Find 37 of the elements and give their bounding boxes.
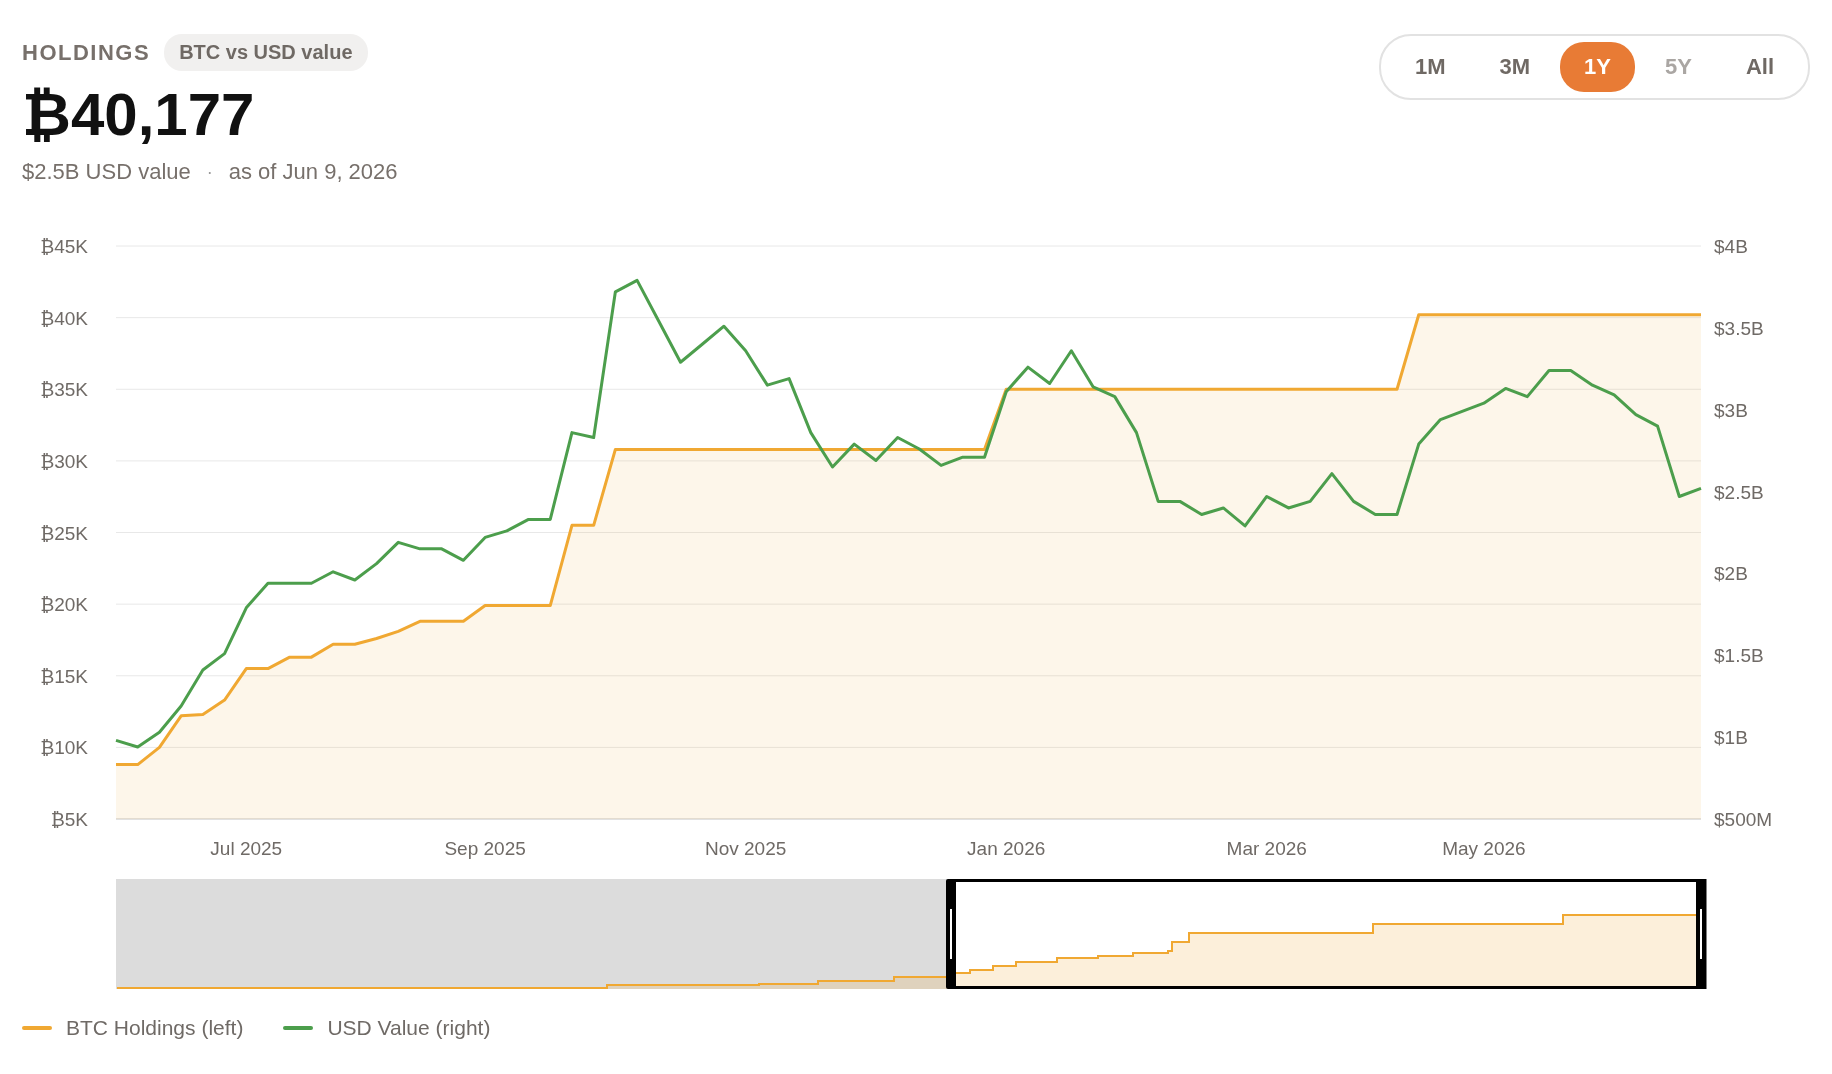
- y-axis-label: $2.5B: [1714, 481, 1764, 503]
- legend-item[interactable]: USD Value (right): [327, 1016, 491, 1040]
- chart-mode-tag: BTC vs USD value: [164, 34, 368, 71]
- resize-handle[interactable]: [946, 879, 956, 989]
- usd-value-text: $2.5B USD value: [22, 159, 191, 185]
- y-axis-label: ₿45K: [40, 236, 88, 257]
- range-tab[interactable]: 1Y: [1560, 42, 1635, 92]
- legend-item[interactable]: BTC Holdings (left): [66, 1016, 244, 1040]
- y-axis-label: ₿5K: [50, 809, 88, 830]
- holdings-total: ₿40,177: [22, 80, 256, 150]
- y-axis-label: $3B: [1714, 399, 1748, 421]
- resize-handle[interactable]: [1696, 879, 1706, 989]
- x-axis-label: Jul 2025: [210, 838, 283, 859]
- x-axis-label: Sep 2025: [444, 838, 526, 859]
- x-axis-label: Nov 2025: [705, 838, 787, 859]
- y-axis-label: ₿40K: [40, 307, 88, 329]
- y-axis-label: ₿35K: [40, 379, 88, 401]
- range-tab[interactable]: 3M: [1475, 42, 1555, 92]
- y-axis-label: ₿15K: [40, 665, 88, 687]
- x-axis-label: Mar 2026: [1226, 838, 1307, 859]
- y-axis-label: $3.5B: [1714, 317, 1764, 339]
- separator-dot: ·: [206, 161, 213, 183]
- range-tab[interactable]: 1M: [1390, 42, 1470, 92]
- y-axis-label: $4B: [1714, 236, 1748, 257]
- x-axis-label: Jan 2026: [967, 838, 1046, 859]
- y-axis-label: ₿10K: [40, 737, 88, 759]
- y-axis-label: $1B: [1714, 727, 1748, 749]
- range-tab[interactable]: All: [1721, 42, 1798, 92]
- y-axis-label: $500M: [1714, 809, 1773, 830]
- y-axis-label: ₿25K: [40, 522, 88, 544]
- as-of-date: as of Jun 9, 2026: [228, 159, 398, 185]
- y-axis-label: ₿20K: [40, 594, 88, 616]
- y-axis-label: $2B: [1714, 563, 1748, 585]
- x-axis-label: May 2026: [1442, 838, 1526, 859]
- y-axis-label: $1.5B: [1714, 645, 1764, 667]
- y-axis-label: ₿30K: [40, 450, 88, 472]
- section-label: HOLDINGS: [22, 39, 151, 66]
